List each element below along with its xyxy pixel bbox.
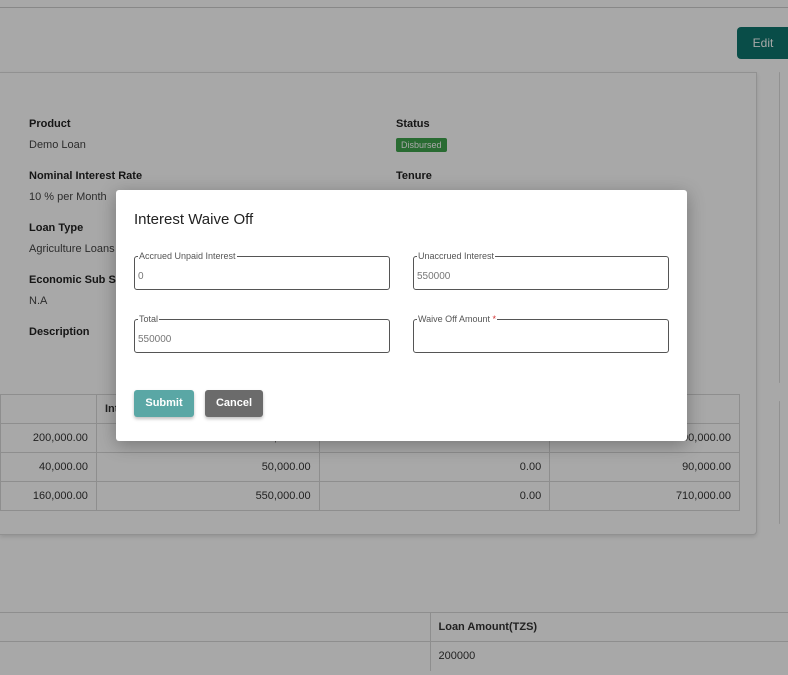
- waive-off-amount-label: Waive Off Amount: [418, 314, 491, 324]
- interest-waive-off-dialog: Interest Waive Off Accrued Unpaid Intere…: [116, 190, 687, 441]
- unaccrued-interest-field: Unaccrued Interest: [413, 249, 669, 290]
- waive-off-amount-input[interactable]: [417, 330, 663, 348]
- accrued-unpaid-interest-field: Accrued Unpaid Interest: [134, 249, 390, 290]
- unaccrued-interest-label: Unaccrued Interest: [417, 249, 496, 263]
- total-label: Total: [138, 312, 160, 326]
- total-input[interactable]: [138, 330, 384, 348]
- unaccrued-interest-input[interactable]: [417, 267, 663, 285]
- required-marker: *: [492, 314, 497, 324]
- accrued-unpaid-interest-input[interactable]: [138, 267, 384, 285]
- waive-off-amount-field: Waive Off Amount *: [413, 312, 669, 353]
- waive-off-amount-legend: Waive Off Amount *: [417, 312, 498, 326]
- submit-button[interactable]: Submit: [134, 390, 194, 417]
- total-field: Total: [134, 312, 390, 353]
- dialog-title: Interest Waive Off: [134, 211, 254, 228]
- cancel-button[interactable]: Cancel: [205, 390, 263, 417]
- accrued-unpaid-interest-label: Accrued Unpaid Interest: [138, 249, 237, 263]
